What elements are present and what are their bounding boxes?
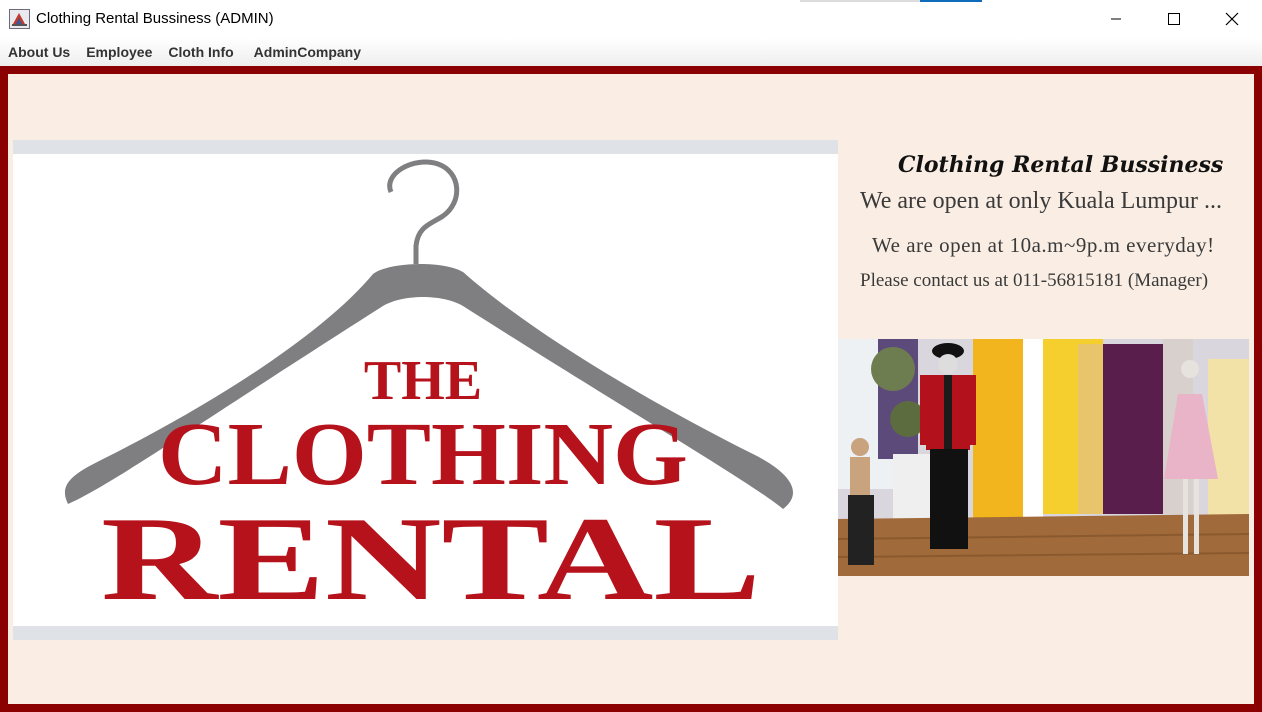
menu-bar: About Us Employee Cloth Info AdminCompan… [0,38,1262,66]
logo-text-rental: RENTAL [101,492,761,625]
logo-band-bottom [13,626,838,640]
menu-about-us[interactable]: About Us [8,44,70,60]
contact-text: Please contact us at 011-56815181 (Manag… [860,270,1209,291]
close-icon [1225,12,1239,26]
business-name: Clothing Rental Bussiness [898,152,1224,178]
title-bar: Clothing Rental Bussiness (ADMIN) [0,0,1262,38]
location-text: We are open at only Kuala Lumpur ... [860,188,1222,214]
maximize-button[interactable] [1145,0,1203,38]
logo-text-clothing: CLOTHING [158,405,688,504]
java-app-icon [9,9,30,29]
hanger-hook [387,159,460,264]
menu-admin-company[interactable]: AdminCompany [254,44,361,60]
content-frame: THE CLOTHING RENTAL Clothing Rental Buss… [0,66,1262,712]
minimize-icon [1111,18,1121,20]
store-photo [838,339,1249,576]
logo-band-top [13,140,838,154]
menu-employee[interactable]: Employee [86,44,152,60]
minimize-button[interactable] [1087,0,1145,38]
maximize-icon [1168,13,1180,25]
hours-text: We are open at 10a.m~9p.m everyday! [872,233,1215,257]
titlebar-accent [920,0,982,2]
main-panel: THE CLOTHING RENTAL Clothing Rental Buss… [8,74,1254,704]
titlebar-strip [800,0,920,2]
logo-text-the: THE [364,350,482,412]
menu-cloth-info[interactable]: Cloth Info [168,44,233,60]
hanger-logo-graphic: THE CLOTHING RENTAL [64,159,793,625]
clothing-rental-logo: THE CLOTHING RENTAL [13,140,838,640]
window-title: Clothing Rental Bussiness (ADMIN) [36,10,274,27]
close-button[interactable] [1203,0,1261,38]
